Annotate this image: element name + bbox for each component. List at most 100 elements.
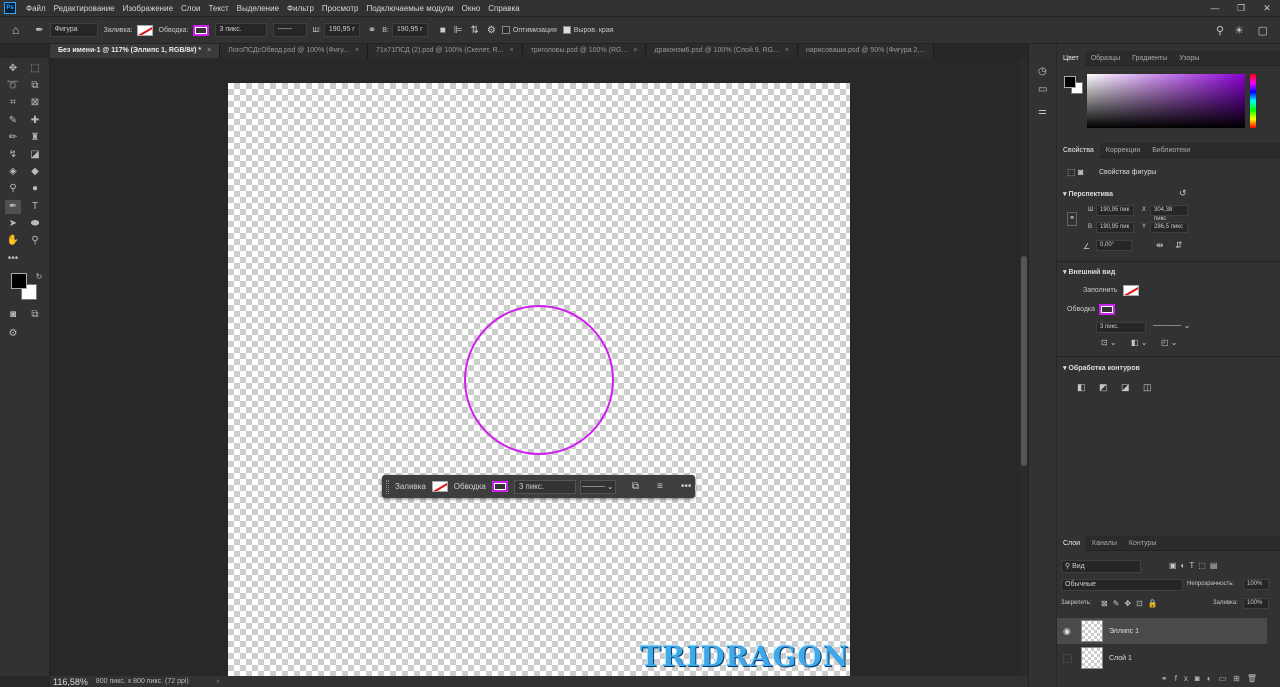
menu-type[interactable]: Текст [204,4,232,13]
layer-filter-icons[interactable]: ▣◐T⬚▤ [1169,561,1221,570]
perspective-header[interactable]: ▾ Перспектива [1063,190,1113,198]
link-icon[interactable]: ⚭ [368,25,376,36]
subtract-shape-icon[interactable]: ◩ [1099,382,1108,393]
menu-select[interactable]: Выделение [233,4,283,13]
prop-stroke-type-select[interactable]: ───── ⌄ [1153,321,1190,330]
align-stroke-select[interactable]: ⊡ ⌄ [1101,338,1117,347]
pen-tool-icon[interactable]: ✒ [5,200,21,214]
menu-layers[interactable]: Слои [177,4,204,13]
zoom-tool-icon[interactable]: ⚲ [27,234,43,248]
h-input[interactable]: 190,95 г [391,23,428,37]
close-tab-icon[interactable]: × [355,47,359,54]
quick-mask-icon[interactable]: ◙ [5,308,21,322]
ellipse-shape[interactable] [464,305,614,455]
ellipse-tool-icon[interactable]: ⬬ [27,217,43,231]
tab-document-6[interactable]: нарисоваши.psd @ 50% (Фигура 2,... [798,44,935,58]
hue-slider[interactable] [1250,74,1256,128]
lasso-tool-icon[interactable]: ➰ [5,79,21,93]
comments-panel-icon[interactable]: ▭ [1038,84,1047,95]
w-input[interactable]: 190,95 г [323,23,360,37]
tab-paths[interactable]: Контуры [1123,536,1162,551]
tab-patterns[interactable]: Узоры [1173,51,1205,66]
discover-icon[interactable]: ☀ [1234,24,1244,37]
zoom-readout[interactable]: 116,58% [53,677,88,687]
status-arrow-icon[interactable]: › [217,678,219,685]
type-tool-icon[interactable]: T [27,200,43,214]
tab-adjustments[interactable]: Коррекция [1100,143,1146,158]
path-arrange-icon[interactable]: ⇅ [471,25,479,36]
intersect-shapes-icon[interactable]: ◪ [1121,382,1130,393]
history-panel-icon[interactable]: ◷ [1038,66,1047,77]
layer-filter-select[interactable]: ⚲ Вид [1061,560,1141,573]
screen-mode-icon[interactable]: ⧉ [27,308,43,322]
link-wh-icon[interactable]: ⚭ [1067,212,1077,226]
visibility-eye-icon[interactable]: ◉ [1063,626,1071,637]
layer-name[interactable]: Слой 1 [1109,655,1132,662]
close-tab-icon[interactable]: × [509,47,513,54]
prop-w-input[interactable]: 190,95 пик [1096,205,1134,216]
search-icon[interactable]: ⚲ [1216,24,1224,37]
eyedropper-tool-icon[interactable]: ✎ [5,114,21,128]
layer-name[interactable]: Эллипс 1 [1109,628,1139,635]
prop-y-input[interactable]: 286,5 пикс [1150,222,1188,233]
blur-tool-icon[interactable]: ◆ [27,165,43,179]
tab-gradients[interactable]: Градиенты [1126,51,1173,66]
home-icon[interactable]: ⌂ [12,23,19,37]
close-tab-icon[interactable]: × [785,47,789,54]
tab-channels[interactable]: Каналы [1086,536,1123,551]
marquee-tool-icon[interactable]: ⬚ [27,62,43,76]
prop-stroke-width-select[interactable]: 3 пикс. [1096,322,1146,333]
gear-icon[interactable]: ⚙ [487,25,496,36]
stamp-tool-icon[interactable]: ♜ [27,131,43,145]
fill-input[interactable]: 100% [1243,598,1269,609]
ctx-adjust-icon[interactable]: ≡ [657,481,663,492]
ctx-stroke-type-select[interactable]: ──── ⌄ [579,479,616,494]
layer-row-layer1[interactable]: Слой 1 [1057,645,1267,671]
reset-icon[interactable]: ↺ [1179,188,1187,199]
drag-handle-icon[interactable] [386,479,389,494]
flip-vertical-icon[interactable]: ⇵ [1175,240,1183,251]
history-brush-icon[interactable]: ↯ [5,148,21,162]
minimize-icon[interactable]: — [1202,0,1228,16]
tab-layers[interactable]: Слои [1057,535,1087,551]
menu-file[interactable]: Файл [22,4,50,13]
path-operations-header[interactable]: ▾ Обработка контуров [1063,364,1140,372]
more-tools-icon[interactable]: ••• [5,252,21,266]
tab-document-2[interactable]: ЛогоПСДсОбвод.psd @ 100% (Фигу... × [220,44,369,58]
layers-footer-icons[interactable]: ⚭fx◙◐▭⊞🗑 [1161,674,1264,683]
stroke-width-select[interactable]: 3 пикс. [214,23,267,37]
tab-swatches[interactable]: Образцы [1085,51,1126,66]
menu-plugins[interactable]: Подключаемые модули [362,4,457,13]
exclude-shapes-icon[interactable]: ◫ [1143,382,1152,393]
menu-window[interactable]: Окно [458,4,485,13]
move-tool-icon[interactable]: ✥ [5,62,21,76]
paint-bucket-icon[interactable]: ◈ [5,165,21,179]
ctx-more-icon[interactable]: ••• [681,481,692,492]
close-tab-icon[interactable]: × [633,47,637,54]
ctx-fill-swatch[interactable] [431,481,448,492]
menu-image[interactable]: Изображение [119,4,177,13]
tab-document-1[interactable]: Без имени-1 @ 117% (Эллипс 1, RGB/8#) * × [50,44,221,58]
color-field[interactable] [1087,74,1245,128]
opacity-input[interactable]: 100% [1243,579,1269,590]
stroke-swatch[interactable] [192,24,209,36]
prop-fill-swatch[interactable] [1123,285,1139,296]
appearance-header[interactable]: ▾ Внешний вид [1063,268,1115,276]
healing-tool-icon[interactable]: ✚ [27,114,43,128]
blend-mode-select[interactable]: Обычные [1061,579,1183,591]
angle-input[interactable]: 0,00° [1096,240,1132,251]
frame-tool-icon[interactable]: ⊠ [27,96,43,110]
vertical-scrollbar[interactable] [1020,58,1028,676]
layer-row-ellipse[interactable]: ◉ Эллипс 1 [1057,618,1267,644]
ctx-combine-icon[interactable]: ⧉ [632,481,639,492]
path-ops-icon[interactable]: ■ [440,25,446,36]
object-select-tool-icon[interactable]: ⧉ [27,79,43,93]
prop-stroke-swatch[interactable] [1099,304,1115,315]
restore-icon[interactable]: ❐ [1228,0,1254,16]
tab-document-5[interactable]: драконэм6.psd @ 100% (Слой 9, RG... × [646,44,799,58]
prop-h-input[interactable]: 190,95 пик [1096,222,1134,233]
burn-tool-icon[interactable]: ● [27,182,43,196]
corner-stroke-select[interactable]: ◰ ⌄ [1161,338,1177,347]
close-tab-icon[interactable]: × [207,47,211,54]
ctx-stroke-swatch[interactable] [491,481,508,492]
